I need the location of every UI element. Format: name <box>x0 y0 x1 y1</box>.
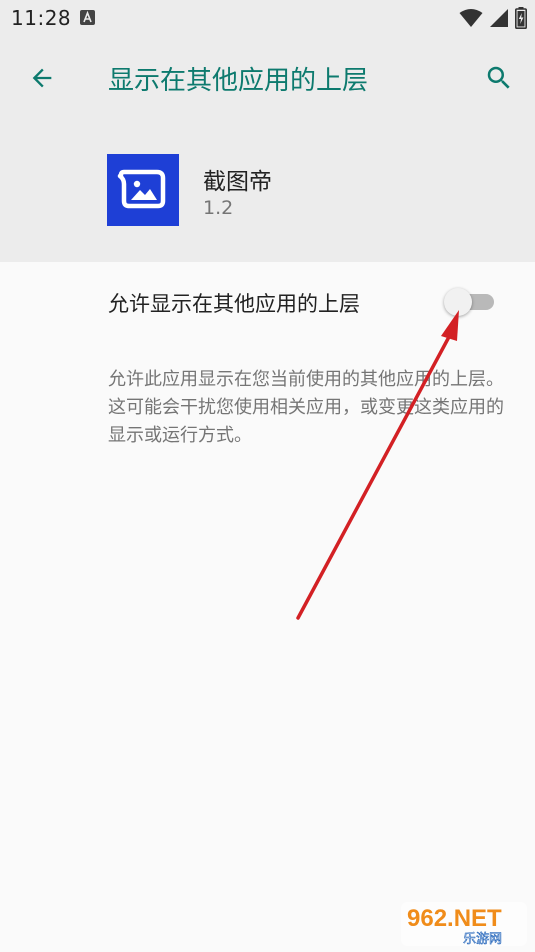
cell-signal-icon <box>490 9 508 27</box>
battery-icon <box>515 7 527 29</box>
watermark-logo: 962.NET 乐游网 <box>399 898 529 948</box>
watermark-brand: 962.NET <box>407 905 502 932</box>
a-notification-icon <box>80 10 95 25</box>
permit-overlay-description: 允许此应用显示在您当前使用的其他应用的上层。这可能会干扰您使用相关应用，或变更这… <box>108 369 504 446</box>
status-icons <box>459 7 527 29</box>
app-header: 截图帝 1.2 <box>0 122 535 262</box>
screenshot-app-icon <box>107 154 179 226</box>
app-bar: 显示在其他应用的上层 <box>0 36 535 122</box>
search-button[interactable] <box>477 56 521 100</box>
arrow-back-icon <box>32 68 52 88</box>
app-name: 截图帝 <box>203 169 272 195</box>
status-bar: 11:28 <box>0 0 535 36</box>
page-title: 显示在其他应用的上层 <box>108 66 369 96</box>
permit-overlay-toggle[interactable] <box>444 287 498 317</box>
toggle-thumb <box>444 288 472 316</box>
settings-content: 允许显示在其他应用的上层 允许此应用显示在您当前使用的其他应用的上层。这可能会干… <box>0 262 535 952</box>
screen: 11:28 显示在其他应用的上层 截图帝 1.2 允许显示在其他应用的上层 允许… <box>0 0 535 952</box>
permit-overlay-row[interactable]: 允许显示在其他应用的上层 <box>0 262 535 346</box>
watermark-sub: 乐游网 <box>463 932 502 947</box>
search-icon <box>487 66 510 89</box>
wifi-icon <box>459 9 483 27</box>
back-button[interactable] <box>20 56 64 100</box>
permit-overlay-label: 允许显示在其他应用的上层 <box>108 292 360 316</box>
status-time: 11:28 <box>11 6 72 30</box>
app-version: 1.2 <box>203 197 234 219</box>
